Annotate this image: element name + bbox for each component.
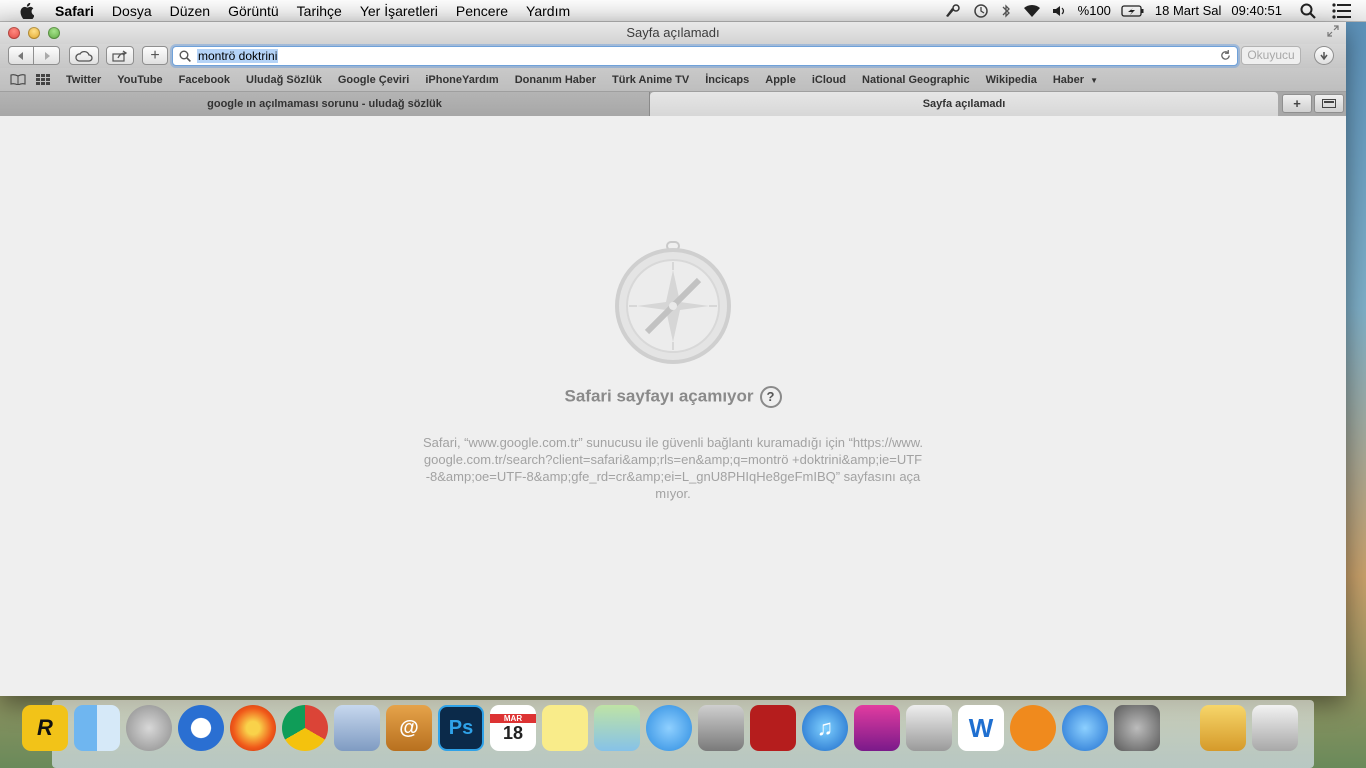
battery-icon[interactable]: [1121, 4, 1145, 17]
close-button[interactable]: [8, 27, 20, 39]
back-button[interactable]: [8, 46, 34, 65]
display-icon[interactable]: [854, 705, 900, 751]
tab-overview-button[interactable]: [1314, 94, 1344, 113]
bookmark-icloud[interactable]: iCloud: [804, 74, 854, 86]
menu-bar: Safari Dosya Düzen Görüntü Tarihçe Yer İ…: [0, 0, 1366, 22]
safari-window: Sayfa açılamadı + montrö doktrini Okuyuc…: [0, 22, 1346, 696]
page-content: Safari sayfayı açamıyor? Safari, “www.go…: [0, 116, 1346, 696]
mail-icon[interactable]: [334, 705, 380, 751]
bookmark-apple[interactable]: Apple: [757, 74, 804, 86]
ibooks-icon[interactable]: [1010, 705, 1056, 751]
title-bar[interactable]: Sayfa açılamadı: [0, 22, 1346, 44]
bookmark-national-geographic[interactable]: National Geographic: [854, 74, 978, 86]
top-sites-icon[interactable]: [32, 74, 58, 85]
minimize-button[interactable]: [28, 27, 40, 39]
reader-button[interactable]: Okuyucu: [1241, 46, 1301, 65]
maps-icon[interactable]: [594, 705, 640, 751]
share-button[interactable]: [106, 46, 134, 65]
menu-goruntu[interactable]: Görüntü: [219, 3, 288, 19]
icloud-tabs-button[interactable]: [69, 46, 99, 65]
calendar-day: 18: [502, 723, 524, 743]
menu-app-safari[interactable]: Safari: [46, 3, 103, 19]
bookmark-folder-haber[interactable]: Haber ▼: [1045, 74, 1106, 86]
firefox-icon[interactable]: [230, 705, 276, 751]
photoshop-icon[interactable]: Ps: [438, 705, 484, 751]
tab-uludag-sozluk[interactable]: google ın açılmaması sorunu - uludağ söz…: [0, 92, 650, 116]
photo-booth-icon[interactable]: [750, 705, 796, 751]
notes-icon[interactable]: [542, 705, 588, 751]
finder-icon[interactable]: [74, 705, 120, 751]
app-store-icon[interactable]: [1062, 705, 1108, 751]
bookmark-youtube[interactable]: YouTube: [109, 74, 170, 86]
reload-icon[interactable]: [1220, 49, 1231, 64]
safari-compass-icon: [615, 241, 731, 364]
apple-menu-icon[interactable]: [18, 2, 36, 20]
word-icon[interactable]: W: [958, 705, 1004, 751]
bookmark-twitter[interactable]: Twitter: [58, 74, 109, 86]
menubar-date[interactable]: 18 Mart Sal: [1155, 3, 1221, 18]
error-message: Safari, “www.google.com.tr” sunucusu ile…: [423, 435, 924, 501]
menu-tarihce[interactable]: Tarihçe: [288, 3, 351, 19]
battery-percent[interactable]: %100: [1078, 3, 1111, 18]
menu-yardim[interactable]: Yardım: [517, 3, 579, 19]
bookmark-iphoneyardim[interactable]: iPhoneYardım: [417, 74, 506, 86]
menu-yer-isaretleri[interactable]: Yer İşaretleri: [351, 3, 447, 19]
forward-button[interactable]: [33, 46, 60, 65]
bookmark-folder-haber-label: Haber: [1052, 73, 1085, 86]
calendar-icon[interactable]: MAR 18: [490, 705, 536, 751]
bookmark-incicaps[interactable]: İncicaps: [697, 74, 757, 86]
address-bar[interactable]: montrö doktrini: [172, 46, 1238, 66]
spotlight-icon[interactable]: [1300, 3, 1316, 19]
fullscreen-icon[interactable]: [1326, 25, 1340, 39]
trash-icon[interactable]: [1252, 705, 1298, 751]
system-preferences-icon[interactable]: [1114, 705, 1160, 751]
bookmark-google-ceviri[interactable]: Google Çeviri: [330, 74, 418, 86]
toolbar: + montrö doktrini Okuyucu: [0, 44, 1346, 68]
bookmark-turk-anime-tv[interactable]: Türk Anime TV: [604, 74, 697, 86]
tab-bar: google ın açılmaması sorunu - uludağ söz…: [0, 92, 1346, 116]
window-title: Sayfa açılamadı: [626, 25, 720, 40]
error-title: Safari sayfayı açamıyor?: [0, 386, 1346, 408]
help-button[interactable]: ?: [759, 386, 782, 408]
chevron-down-icon: ▼: [1090, 75, 1099, 85]
bookmark-uludag-sozluk[interactable]: Uludağ Sözlük: [238, 74, 330, 86]
bookmark-donanim-haber[interactable]: Donanım Haber: [507, 74, 604, 86]
bookmark-wikipedia[interactable]: Wikipedia: [978, 74, 1045, 86]
contacts-icon[interactable]: @: [386, 705, 432, 751]
downloads-button[interactable]: [1314, 46, 1334, 65]
bluetooth-icon[interactable]: [1000, 3, 1012, 19]
add-bookmark-button[interactable]: +: [142, 46, 168, 65]
bookmarks-bar: Twitter YouTube Facebook Uludağ Sözlük G…: [0, 68, 1346, 92]
bookmark-facebook[interactable]: Facebook: [171, 74, 238, 86]
downloads-stack-icon[interactable]: [1200, 705, 1246, 751]
messages-icon[interactable]: [646, 705, 692, 751]
menu-pencere[interactable]: Pencere: [447, 3, 517, 19]
new-tab-button[interactable]: +: [1282, 94, 1312, 113]
menu-duzen[interactable]: Düzen: [161, 3, 219, 19]
chrome-icon[interactable]: [282, 705, 328, 751]
status-area: %100 18 Mart Sal 09:40:51: [934, 0, 1366, 22]
tab-sayfa-acilamadi[interactable]: Sayfa açılamadı: [650, 92, 1278, 116]
menu-dosya[interactable]: Dosya: [103, 3, 161, 19]
facetime-icon[interactable]: [698, 705, 744, 751]
dock-icons: R @ Ps MAR 18 ♫ W: [22, 705, 1298, 751]
notification-center-icon[interactable]: [1332, 2, 1352, 19]
address-input[interactable]: montrö doktrini: [197, 49, 279, 63]
image-capture-icon[interactable]: [906, 705, 952, 751]
menubar-clock[interactable]: 09:40:51: [1231, 3, 1282, 18]
launchpad-icon[interactable]: [126, 705, 172, 751]
time-machine-icon[interactable]: [972, 3, 990, 19]
wifi-icon[interactable]: [1022, 3, 1042, 18]
safari-icon[interactable]: [178, 705, 224, 751]
itunes-icon[interactable]: ♫: [802, 705, 848, 751]
script-icon[interactable]: [944, 3, 962, 18]
calendar-month: MAR: [490, 714, 536, 723]
rockstar-app-icon[interactable]: R: [22, 705, 68, 751]
error-title-text: Safari sayfayı açamıyor: [564, 386, 754, 406]
search-icon: [179, 50, 191, 62]
volume-icon[interactable]: [1052, 4, 1068, 18]
zoom-button[interactable]: [48, 27, 60, 39]
reading-list-icon[interactable]: [0, 74, 32, 85]
